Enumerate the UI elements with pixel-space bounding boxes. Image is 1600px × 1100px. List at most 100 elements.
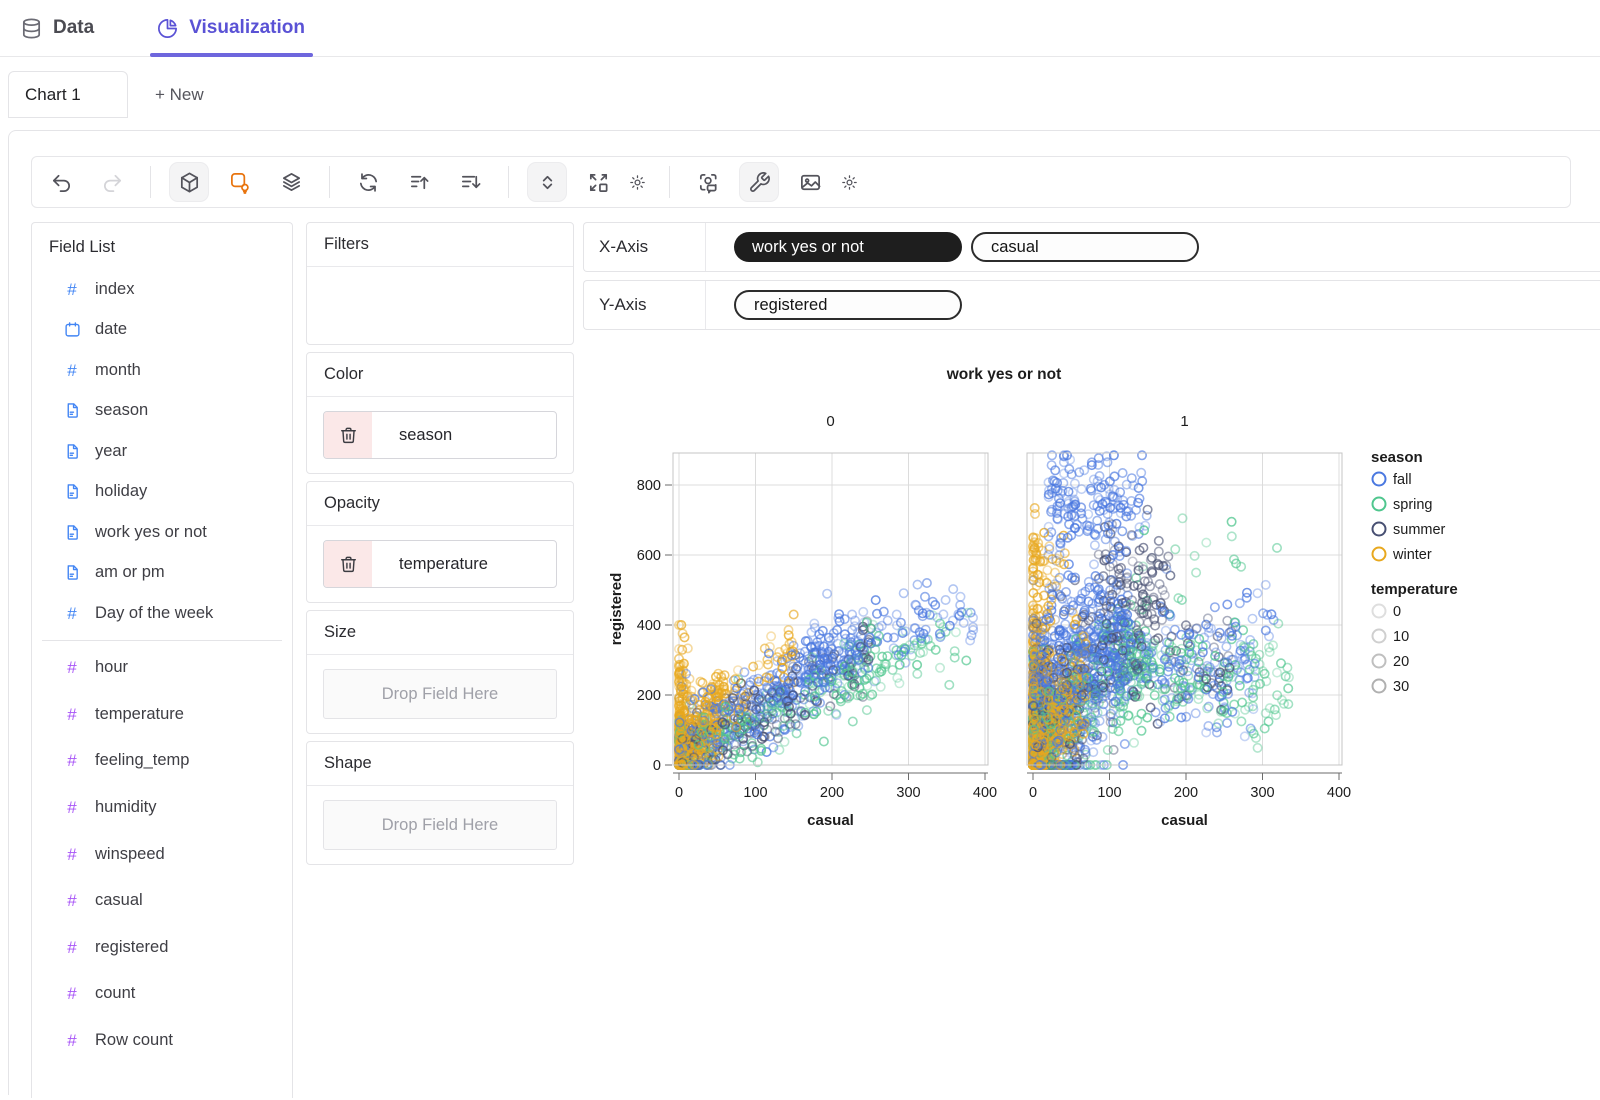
- encoding-pill-temperature[interactable]: temperature: [323, 540, 557, 588]
- field-item-winspeed[interactable]: # winspeed: [32, 831, 292, 878]
- toolbar-button-gear[interactable]: [836, 163, 862, 201]
- hash-icon: #: [67, 844, 77, 864]
- new-chart-label: + New: [155, 84, 204, 104]
- remove-field-button[interactable]: [324, 541, 372, 587]
- hash-icon: #: [67, 279, 77, 299]
- undo-icon: [52, 174, 70, 192]
- encoding-pill-label: temperature: [399, 554, 488, 573]
- top-tab-label: Data: [53, 17, 95, 38]
- field-item-label: hour: [95, 658, 129, 677]
- x-axis-pill-area[interactable]: work yes or not casual: [706, 223, 1199, 271]
- field-item-temperature[interactable]: # temperature: [32, 691, 292, 738]
- toolbar-button-undo[interactable]: [42, 163, 80, 201]
- hash-icon: #: [67, 1031, 77, 1051]
- field-item-humidity[interactable]: # humidity: [32, 784, 292, 831]
- legend-entry-20[interactable]: 20: [1371, 653, 1410, 670]
- drop-zone-size[interactable]: Drop Field Here: [323, 669, 557, 719]
- toolbar-button-chevrons-up-down[interactable]: [528, 163, 566, 201]
- field-item-casual[interactable]: # casual: [32, 877, 292, 924]
- scan-annotate-icon: [699, 173, 717, 194]
- legend-entry-spring[interactable]: spring: [1371, 496, 1433, 513]
- field-item-label: am or pm: [95, 563, 165, 582]
- top-tab-visualization[interactable]: Visualization: [150, 0, 313, 57]
- field-item-registered[interactable]: # registered: [32, 924, 292, 971]
- database-icon: [22, 18, 41, 38]
- toolbar-divider: [669, 166, 670, 198]
- hash-icon: #: [67, 937, 77, 957]
- field-item-year[interactable]: year: [32, 431, 292, 472]
- field-list-title: Field List: [49, 238, 116, 256]
- encoding-color: Color season: [306, 352, 574, 474]
- top-tab-data[interactable]: Data: [20, 0, 94, 56]
- field-item-hour[interactable]: # hour: [32, 645, 292, 692]
- field-list-panel: Field List # index date # month season year hol…: [31, 222, 293, 1098]
- trash-icon: [340, 556, 356, 572]
- field-item-label: registered: [95, 937, 169, 956]
- scatter-plot-svg: work yes or not0 10 100 200 300 400casual0 100…: [608, 366, 1458, 829]
- toolbar-button-wrench[interactable]: [740, 163, 778, 201]
- field-item-count[interactable]: # count: [32, 971, 292, 1018]
- hash-icon: #: [67, 704, 77, 724]
- field-item-row-count[interactable]: # Row count: [32, 1017, 292, 1064]
- field-item-index[interactable]: # index: [32, 269, 292, 310]
- axis-pill-registered[interactable]: registered: [734, 290, 962, 320]
- axis-pill-work-yes-or-not[interactable]: work yes or not: [734, 232, 962, 262]
- document-icon: [67, 484, 78, 500]
- svg-text:100: 100: [1097, 785, 1121, 801]
- svg-text:600: 600: [637, 548, 661, 564]
- toolbar-button-scan-annotate[interactable]: [689, 163, 727, 201]
- encoding-body[interactable]: [307, 267, 573, 344]
- facet-plot-1: 0 100 200 300 400 casual: [1026, 450, 1351, 829]
- toolbar-button-cube[interactable]: [170, 163, 208, 201]
- toolbar-button-gear[interactable]: [624, 163, 650, 201]
- legend-entry-winter[interactable]: winter: [1371, 546, 1432, 563]
- redo-icon: [103, 174, 121, 192]
- field-item-day-of-the-week[interactable]: # Day of the week: [32, 593, 292, 634]
- encoding-pill-season[interactable]: season: [323, 411, 557, 459]
- field-item-date[interactable]: date: [32, 310, 292, 351]
- legend-entry-10[interactable]: 10: [1371, 628, 1410, 645]
- hash-icon: #: [67, 360, 77, 380]
- field-list-items: # index date # month season year holiday work ye…: [32, 269, 292, 1064]
- chart-tab-label: Chart 1: [25, 84, 81, 104]
- field-item-season[interactable]: season: [32, 391, 292, 432]
- svg-text:10: 10: [1393, 629, 1409, 645]
- field-item-label: work yes or not: [95, 522, 207, 541]
- svg-text:100: 100: [743, 785, 767, 801]
- field-item-am-or-pm[interactable]: am or pm: [32, 553, 292, 594]
- drop-zone-label: Drop Field Here: [381, 684, 499, 703]
- axis-pill-label: casual: [991, 237, 1039, 256]
- tab-chart-1[interactable]: Chart 1: [8, 71, 128, 118]
- svg-text:0: 0: [653, 758, 661, 774]
- field-item-label: Row count: [95, 1031, 173, 1050]
- legend-entry-fall[interactable]: fall: [1371, 471, 1412, 488]
- toolbar-button-refresh[interactable]: [349, 163, 387, 201]
- toolbar-button-limit[interactable]: [221, 163, 259, 201]
- new-chart-button[interactable]: + New: [145, 71, 214, 118]
- hash-icon: #: [67, 658, 77, 678]
- field-item-holiday[interactable]: holiday: [32, 472, 292, 513]
- field-item-work-yes-or-not[interactable]: work yes or not: [32, 512, 292, 553]
- toolbar-button-resize[interactable]: [579, 163, 617, 201]
- field-item-label: feeling_temp: [95, 751, 190, 770]
- hash-icon: #: [67, 751, 77, 771]
- legend-entry-summer[interactable]: summer: [1371, 521, 1446, 538]
- remove-field-button[interactable]: [324, 412, 372, 458]
- toolbar-button-image-export[interactable]: [791, 163, 829, 201]
- y-axis-pill-area[interactable]: registered: [706, 281, 962, 329]
- top-tab-label: Visualization: [189, 17, 305, 38]
- toolbar-button-sort-asc[interactable]: [400, 163, 438, 201]
- legend-entry-0[interactable]: 0: [1371, 603, 1402, 620]
- axis-pill-casual[interactable]: casual: [971, 232, 1199, 262]
- svg-text:200: 200: [637, 688, 661, 704]
- encoding-filters: Filters: [306, 222, 574, 345]
- field-item-month[interactable]: # month: [32, 350, 292, 391]
- legend-entry-30[interactable]: 30: [1371, 678, 1410, 695]
- pie-chart-icon: [158, 18, 178, 38]
- y-axis: 0 200 400 600 800 registered: [608, 478, 672, 774]
- field-item-feeling-temp[interactable]: # feeling_temp: [32, 738, 292, 785]
- toolbar-button-layers[interactable]: [272, 163, 310, 201]
- toolbar-button-sort-desc[interactable]: [451, 163, 489, 201]
- svg-text:30: 30: [1393, 679, 1409, 695]
- drop-zone-shape[interactable]: Drop Field Here: [323, 800, 557, 850]
